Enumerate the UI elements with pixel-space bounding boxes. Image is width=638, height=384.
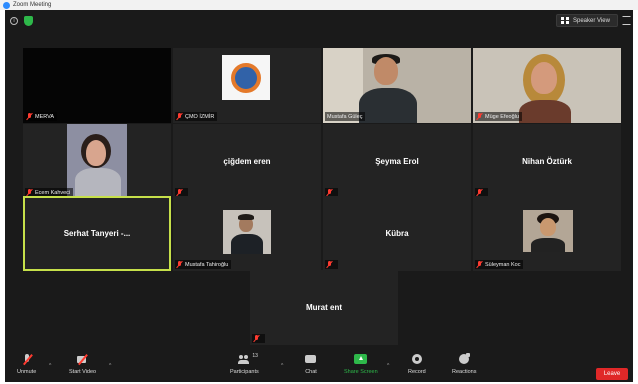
video-feed <box>523 210 573 252</box>
participant-tile[interactable]: çiğdem eren <box>173 124 321 199</box>
reactions-button[interactable]: Reactions <box>452 353 477 375</box>
participant-name: Süleyman Koc <box>485 261 521 268</box>
participant-name: Mustafa Tahiroğlu <box>185 261 229 268</box>
window-titlebar: Zoom Meeting <box>0 0 638 10</box>
meeting-toolbar: Unmute ^ Start Video ^ 13 Participants ^… <box>5 352 633 382</box>
participant-tile[interactable]: Murat ent <box>250 270 398 345</box>
participant-name: Mustafa Güleç <box>327 113 363 120</box>
organization-logo <box>222 55 270 100</box>
muted-mic-icon <box>477 261 482 268</box>
video-options-caret-icon[interactable]: ^ <box>109 363 111 369</box>
start-video-button[interactable]: Start Video <box>69 354 96 375</box>
participant-label: Mustafa Tahiroğlu <box>175 260 232 269</box>
share-screen-icon <box>353 354 367 365</box>
participant-label <box>252 334 265 343</box>
unmute-label: Unmute <box>17 369 37 375</box>
participant-name: MERVA <box>35 113 55 120</box>
participant-name: ÇMO İZMİR <box>185 113 215 120</box>
record-icon <box>411 354 423 365</box>
start-video-label: Start Video <box>69 369 97 375</box>
participant-tile[interactable]: Ecem Kahveci <box>23 124 171 199</box>
reactions-smiley-icon <box>458 353 471 365</box>
chat-button[interactable]: Chat <box>305 354 317 375</box>
muted-mic-icon <box>327 261 332 268</box>
grid-view-icon <box>561 17 569 24</box>
muted-mic-icon <box>177 261 182 268</box>
record-button[interactable]: Record <box>408 354 426 375</box>
participant-tile[interactable]: Müge Efeoğlu <box>473 48 621 123</box>
unmute-button[interactable]: Unmute <box>17 354 36 375</box>
muted-mic-icon <box>477 113 482 120</box>
participants-label: Participants <box>230 369 259 375</box>
active-speaker-tile[interactable]: Serhat Tanyeri -... <box>23 196 171 271</box>
participant-count: 13 <box>252 353 258 359</box>
muted-mic-icon <box>327 189 332 196</box>
participants-button[interactable]: 13 Participants <box>230 353 259 375</box>
participant-name: Nihan Öztürk <box>522 157 572 166</box>
participant-tile[interactable]: Mustafa Güleç <box>323 48 471 123</box>
share-screen-button[interactable]: Share Screen <box>344 354 378 375</box>
participant-label: Mustafa Güleç <box>325 112 366 121</box>
reactions-label: Reactions <box>452 369 477 375</box>
seal-icon <box>231 62 261 93</box>
meeting-window: i Speaker View MERVA ÇMO İZMİR Mustafa G… <box>5 10 633 382</box>
muted-mic-icon <box>27 189 32 196</box>
muted-mic-icon <box>254 335 259 342</box>
chat-label: Chat <box>305 369 317 375</box>
muted-mic-icon <box>177 113 182 120</box>
speaker-view-button[interactable]: Speaker View <box>556 14 618 27</box>
fullscreen-icon[interactable] <box>622 16 631 25</box>
audio-options-caret-icon[interactable]: ^ <box>49 363 51 369</box>
participant-tile[interactable]: MERVA <box>23 48 171 123</box>
security-shield-icon[interactable] <box>24 16 33 26</box>
participant-name: Serhat Tanyeri -... <box>63 229 131 238</box>
meeting-topbar: i Speaker View <box>5 10 633 32</box>
muted-microphone-icon <box>21 354 33 365</box>
info-icon[interactable]: i <box>10 17 18 25</box>
participant-name: Ecem Kahveci <box>35 189 71 196</box>
participant-tile[interactable]: Şeyma Erol <box>323 124 471 199</box>
video-feed <box>223 210 271 254</box>
share-screen-label: Share Screen <box>344 369 378 375</box>
participant-label <box>325 260 338 269</box>
zoom-logo-icon <box>3 1 10 9</box>
participant-name: Şeyma Erol <box>375 157 419 166</box>
participant-label: MERVA <box>25 112 58 121</box>
participant-tile[interactable]: ÇMO İZMİR <box>173 48 321 123</box>
participant-tile[interactable]: Süleyman Koc <box>473 196 621 271</box>
muted-mic-icon <box>27 113 32 120</box>
participant-label: ÇMO İZMİR <box>175 112 218 121</box>
participant-label: Süleyman Koc <box>475 260 524 269</box>
participant-name: Müge Efeoğlu <box>485 113 519 120</box>
leave-label: Leave <box>603 371 621 377</box>
participant-tile[interactable]: Kübra <box>323 196 471 271</box>
share-options-caret-icon[interactable]: ^ <box>387 363 389 369</box>
participant-tile[interactable]: Nihan Öztürk <box>473 124 621 199</box>
video-feed <box>67 124 127 196</box>
participant-name: Murat ent <box>306 303 342 312</box>
participant-tile[interactable]: Mustafa Tahiroğlu <box>173 196 321 271</box>
participants-icon: 13 <box>238 353 258 365</box>
leave-button[interactable]: Leave <box>596 368 628 380</box>
participant-label: Müge Efeoğlu <box>475 112 522 121</box>
chat-bubble-icon <box>305 354 317 365</box>
video-off-icon <box>76 354 89 365</box>
window-title: Zoom Meeting <box>13 2 52 8</box>
speaker-view-label: Speaker View <box>573 17 610 24</box>
participant-name: çiğdem eren <box>223 157 271 166</box>
record-label: Record <box>408 369 426 375</box>
participants-options-caret-icon[interactable]: ^ <box>281 363 283 369</box>
participant-name: Kübra <box>385 229 409 238</box>
muted-mic-icon <box>477 189 482 196</box>
muted-mic-icon <box>177 189 182 196</box>
